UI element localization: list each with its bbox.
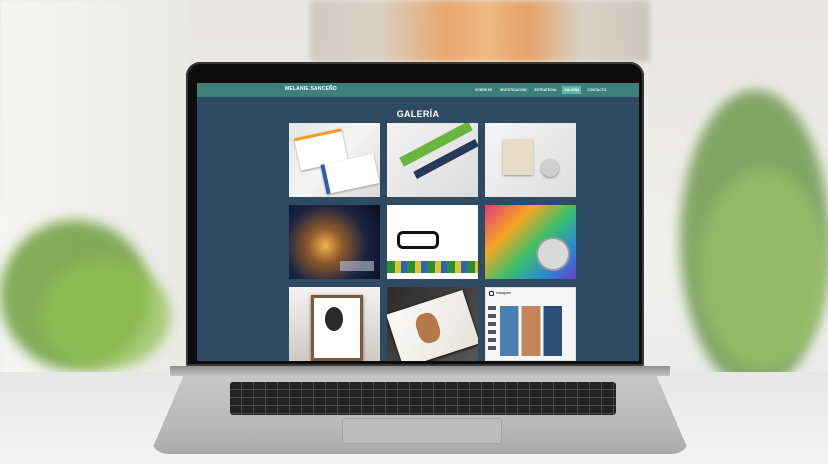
instagram-label: Instagram bbox=[496, 291, 512, 295]
instagram-icon bbox=[489, 291, 494, 296]
laptop-screen: MELANIE SANCEÑO SOBRE MÍ INVESTIGACIÓN E… bbox=[197, 83, 639, 361]
site-brand[interactable]: MELANIE SANCEÑO bbox=[285, 86, 337, 92]
gallery-tile-magazine-cover[interactable] bbox=[387, 287, 478, 361]
nav-item-estrategia[interactable]: ESTRATEGIA bbox=[533, 86, 559, 94]
laptop-trackpad bbox=[342, 418, 502, 444]
gallery-tile-night-city-postcards[interactable] bbox=[289, 205, 380, 279]
gallery-title: GALERÍA bbox=[396, 109, 440, 119]
plant-right-leaves bbox=[700, 170, 828, 370]
gallery-tile-instagram-profile[interactable]: Instagram bbox=[485, 287, 576, 361]
laptop-hinge bbox=[170, 366, 670, 376]
site-navbar: MELANIE SANCEÑO SOBRE MÍ INVESTIGACIÓN E… bbox=[197, 83, 639, 97]
gallery-tile-letterhead-design[interactable] bbox=[387, 123, 478, 197]
gallery-tile-invitation-cards[interactable] bbox=[485, 123, 576, 197]
nav-item-galeria[interactable]: GALERÍA bbox=[562, 86, 582, 94]
nav-item-contacto[interactable]: CONTACTO bbox=[585, 86, 608, 94]
nav-item-investigacion[interactable]: INVESTIGACIÓN bbox=[498, 86, 529, 94]
plant-left-leaves bbox=[40, 260, 170, 370]
gallery-tile-glasses-and-cup-mockup[interactable] bbox=[387, 205, 478, 279]
gallery-tile-stationery-branding[interactable] bbox=[289, 123, 380, 197]
background-bookshelf bbox=[310, 0, 650, 62]
gallery-tile-framed-portrait-illustration[interactable] bbox=[289, 287, 380, 361]
laptop-keyboard bbox=[230, 382, 616, 415]
gallery-grid: Instagram bbox=[289, 123, 578, 361]
gallery-tile-cd-packaging[interactable] bbox=[485, 205, 576, 279]
nav-item-sobre-mi[interactable]: SOBRE MÍ bbox=[473, 86, 494, 94]
nav-menu: SOBRE MÍ INVESTIGACIÓN ESTRATEGIA GALERÍ… bbox=[473, 83, 608, 97]
